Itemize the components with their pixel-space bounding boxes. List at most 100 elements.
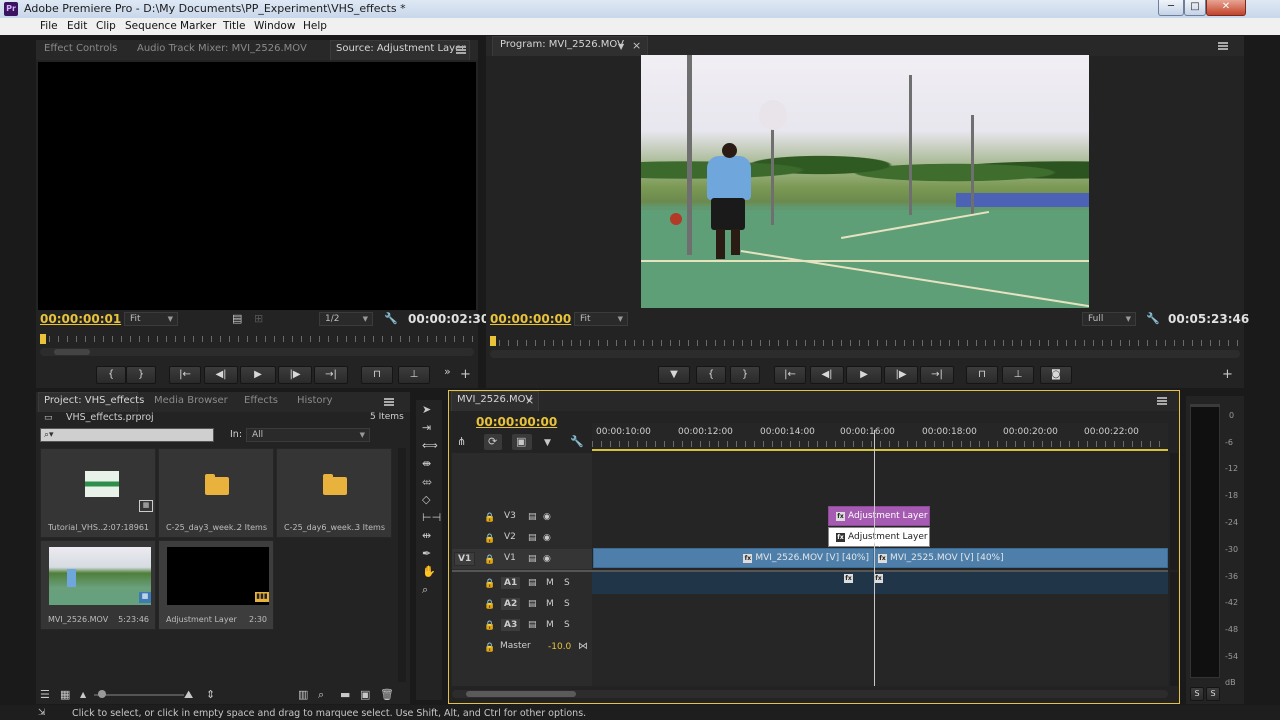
project-item-folder-day6[interactable]: C-25_day6_week... 3 Items: [276, 448, 392, 538]
track-select-tool-icon[interactable]: ⇥: [422, 422, 431, 434]
program-step-forward-button[interactable]: |▶: [884, 366, 918, 384]
master-keyframe-icon[interactable]: ⋈: [578, 641, 588, 653]
project-item-adjustment-layer[interactable]: ▮▮▮ Adjustment Layer 2:30: [158, 540, 274, 630]
lock-icon[interactable]: 🔒: [484, 642, 495, 654]
solo-a1[interactable]: S: [564, 578, 570, 588]
program-go-to-out-button[interactable]: →|: [920, 366, 954, 384]
sync-lock-icon[interactable]: ▤: [528, 577, 537, 589]
menu-file[interactable]: File: [40, 20, 58, 32]
program-playhead[interactable]: [490, 336, 496, 346]
overwrite-button[interactable]: ⊥: [398, 366, 430, 384]
program-quality-select[interactable]: Full: [1082, 312, 1136, 326]
new-bin-icon[interactable]: ▬: [340, 689, 350, 701]
source-timecode-in[interactable]: 00:00:00:01: [40, 312, 121, 326]
track-label-a2[interactable]: A2: [500, 597, 522, 611]
project-search-input[interactable]: ⌕▾: [40, 428, 214, 442]
track-label-a3[interactable]: A3: [500, 618, 522, 632]
thumbnail-zoom-slider[interactable]: [94, 694, 184, 696]
go-to-out-button[interactable]: →|: [314, 366, 348, 384]
program-mark-in-button[interactable]: {: [696, 366, 726, 384]
mark-in-button[interactable]: {: [96, 366, 126, 384]
program-step-back-button[interactable]: ◀|: [810, 366, 844, 384]
master-volume-value[interactable]: -10.0: [548, 642, 571, 652]
slide-tool-icon[interactable]: ⇹: [422, 530, 431, 542]
sync-lock-icon[interactable]: ▤: [528, 619, 537, 631]
menu-help[interactable]: Help: [303, 20, 327, 32]
program-timecode-in[interactable]: 00:00:00:00: [490, 312, 571, 326]
program-time-ruler[interactable]: [490, 340, 1240, 346]
wrench-icon[interactable]: 🔧: [384, 313, 398, 325]
marker-icon[interactable]: ▼: [544, 437, 551, 449]
source-zoom-select[interactable]: Fit: [124, 312, 178, 326]
program-add-marker-button[interactable]: ▼: [658, 366, 690, 384]
icon-view-icon[interactable]: ▦: [60, 689, 70, 701]
program-zoom-select[interactable]: Fit: [574, 312, 628, 326]
clip-mvi2526-v1[interactable]: fx MVI_2526.MOV [V] [40%]: [593, 548, 874, 568]
sync-lock-icon[interactable]: ▤: [528, 553, 537, 565]
slip-tool-icon[interactable]: ⊢⊣: [422, 512, 441, 524]
track-label-a1[interactable]: A1: [500, 576, 522, 590]
ripple-edit-tool-icon[interactable]: ⟺: [422, 440, 438, 452]
project-item-mvi2526[interactable]: ▦ MVI_2526.MOV 5:23:46: [40, 540, 156, 630]
menu-window[interactable]: Window: [254, 20, 295, 32]
program-video-frame[interactable]: [641, 55, 1089, 308]
solo-a2[interactable]: S: [564, 599, 570, 609]
program-tab-close-icon[interactable]: ×: [632, 40, 641, 52]
timeline-wrench-icon[interactable]: 🔧: [570, 436, 584, 448]
go-to-in-button[interactable]: |←: [169, 366, 201, 384]
lock-icon[interactable]: 🔒: [484, 533, 495, 545]
snap-icon[interactable]: ⋔: [457, 436, 466, 448]
tab-project[interactable]: Project: VHS_effects: [44, 395, 144, 406]
zoom-tool-icon[interactable]: ⌕: [422, 584, 428, 596]
rolling-edit-tool-icon[interactable]: ⇼: [422, 458, 431, 470]
linked-selection-button[interactable]: ⟳: [484, 434, 502, 450]
sync-lock-icon[interactable]: ▤: [528, 511, 537, 523]
av-divider[interactable]: [452, 570, 1168, 572]
in-filter-select[interactable]: All: [246, 428, 370, 442]
tab-sequence[interactable]: MVI_2526.MOV: [457, 394, 532, 405]
close-button[interactable]: ✕: [1206, 0, 1246, 16]
rate-stretch-tool-icon[interactable]: ⤄: [422, 476, 432, 488]
mute-a3[interactable]: M: [546, 620, 554, 630]
menu-title[interactable]: Title: [223, 20, 246, 32]
mute-a1[interactable]: M: [546, 578, 554, 588]
button-editor-icon[interactable]: +: [460, 368, 471, 381]
settings-list-icon[interactable]: ▤: [232, 313, 242, 325]
source-time-ruler[interactable]: [40, 336, 474, 342]
play-button[interactable]: ▶: [240, 366, 276, 384]
eye-icon[interactable]: ◉: [543, 553, 551, 565]
lock-icon[interactable]: 🔒: [484, 578, 495, 590]
more-controls-icon[interactable]: »: [444, 366, 451, 378]
zoom-out-icon[interactable]: ▲: [80, 689, 86, 701]
source-playhead[interactable]: [40, 334, 46, 344]
lock-icon[interactable]: 🔒: [484, 620, 495, 632]
sync-lock-icon[interactable]: ▤: [528, 532, 537, 544]
program-panel-menu-icon[interactable]: [1218, 42, 1228, 50]
timeline-scroll-thumb[interactable]: [466, 691, 576, 697]
extract-button[interactable]: ⊥: [1002, 366, 1034, 384]
find-icon[interactable]: ⌕: [318, 689, 324, 701]
program-wrench-icon[interactable]: 🔧: [1146, 313, 1160, 325]
zoom-slider-handle[interactable]: [98, 690, 106, 698]
program-dropdown-icon[interactable]: ▼: [618, 41, 624, 53]
audio-track-clip-area[interactable]: [592, 594, 1168, 686]
solo-a3[interactable]: S: [564, 620, 570, 630]
list-view-icon[interactable]: ☰: [40, 689, 50, 701]
menu-edit[interactable]: Edit: [67, 20, 87, 32]
clear-trash-icon[interactable]: 🗑: [380, 689, 394, 701]
tab-effect-controls[interactable]: Effect Controls: [44, 43, 117, 54]
menu-sequence[interactable]: Sequence: [125, 20, 177, 32]
timeline-timecode[interactable]: 00:00:00:00: [476, 415, 557, 429]
zoom-in-icon[interactable]: ⛰: [184, 689, 193, 701]
project-vertical-scrollbar[interactable]: [398, 448, 406, 682]
menu-marker[interactable]: Marker: [180, 20, 216, 32]
minimize-button[interactable]: ─: [1158, 0, 1184, 16]
eye-icon[interactable]: ◉: [543, 532, 551, 544]
tab-source[interactable]: Source: Adjustment Layer: [336, 43, 465, 54]
sequence-tab-close-icon[interactable]: ×: [525, 395, 534, 407]
lock-icon[interactable]: 🔒: [484, 599, 495, 611]
program-mark-out-button[interactable]: }: [730, 366, 760, 384]
panel-menu-icon[interactable]: [456, 46, 466, 54]
add-marker-toggle[interactable]: ▣: [512, 434, 532, 450]
project-item-folder-day3[interactable]: C-25_day3_week... 2 Items: [158, 448, 274, 538]
